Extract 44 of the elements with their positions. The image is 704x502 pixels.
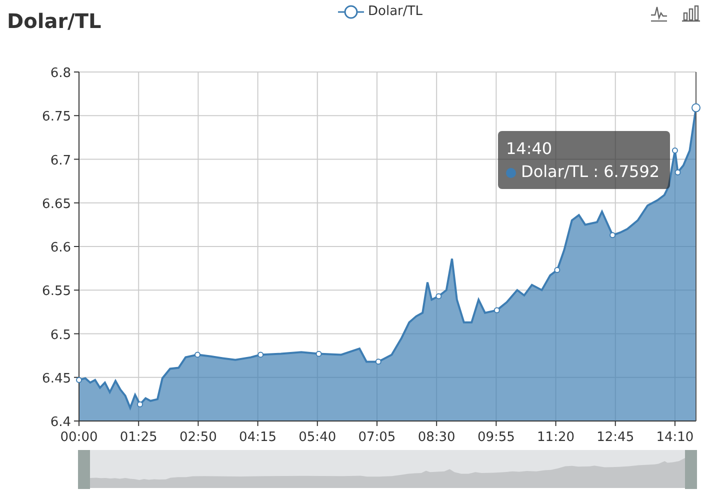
data-point <box>375 358 382 365</box>
legend-label: Dolar/TL <box>368 3 422 21</box>
x-axis-label: 01:25 <box>120 430 158 445</box>
x-axis-label: 11:20 <box>537 430 574 445</box>
data-point <box>610 232 616 238</box>
data-point <box>494 307 500 314</box>
data-point <box>258 352 264 358</box>
data-point <box>316 350 322 357</box>
x-axis-label: 14:10 <box>656 430 694 445</box>
x-axis-label: 08:30 <box>418 430 456 445</box>
data-point <box>194 352 200 358</box>
data-point <box>554 267 560 274</box>
y-axis-label: 6.5 <box>50 328 71 343</box>
legend-item[interactable]: Dolar/TL <box>338 2 422 22</box>
zoom-handle[interactable] <box>78 450 90 489</box>
zoom-handle[interactable] <box>685 450 697 489</box>
y-axis-label: 6.75 <box>42 110 71 125</box>
x-axis-label: 09:55 <box>477 430 515 445</box>
x-axis-label: 12:45 <box>596 430 634 445</box>
y-axis-label: 6.7 <box>50 153 71 168</box>
legend-line-icon <box>338 4 364 20</box>
y-axis-label: 6.45 <box>42 371 71 386</box>
y-axis-label: 6.55 <box>42 284 71 300</box>
line-chart-icon[interactable] <box>650 4 668 22</box>
data-point <box>76 377 82 383</box>
data-point <box>674 169 681 176</box>
x-axis-label: 02:50 <box>179 430 217 445</box>
data-point <box>137 401 143 408</box>
y-axis-label: 6.65 <box>42 196 71 212</box>
x-axis-label: 05:40 <box>298 430 336 445</box>
x-axis-label: 04:15 <box>239 430 277 445</box>
y-axis-label: 6.8 <box>50 66 71 81</box>
x-axis-label: 07:05 <box>358 430 396 445</box>
tooltip-time: 14:40 <box>506 138 554 160</box>
y-axis-label: 6.6 <box>50 240 71 256</box>
bar-chart-icon[interactable] <box>682 4 700 22</box>
chart-title: Dolar/TL <box>7 8 102 35</box>
y-axis-label: 6.4 <box>50 415 71 430</box>
tooltip-value: Dolar/TL : 6.7592 <box>521 162 660 182</box>
zoom-slider[interactable] <box>90 450 685 488</box>
x-axis-label: 00:00 <box>60 430 98 445</box>
data-point <box>692 103 700 112</box>
data-point <box>436 293 442 300</box>
data-point <box>672 148 678 154</box>
